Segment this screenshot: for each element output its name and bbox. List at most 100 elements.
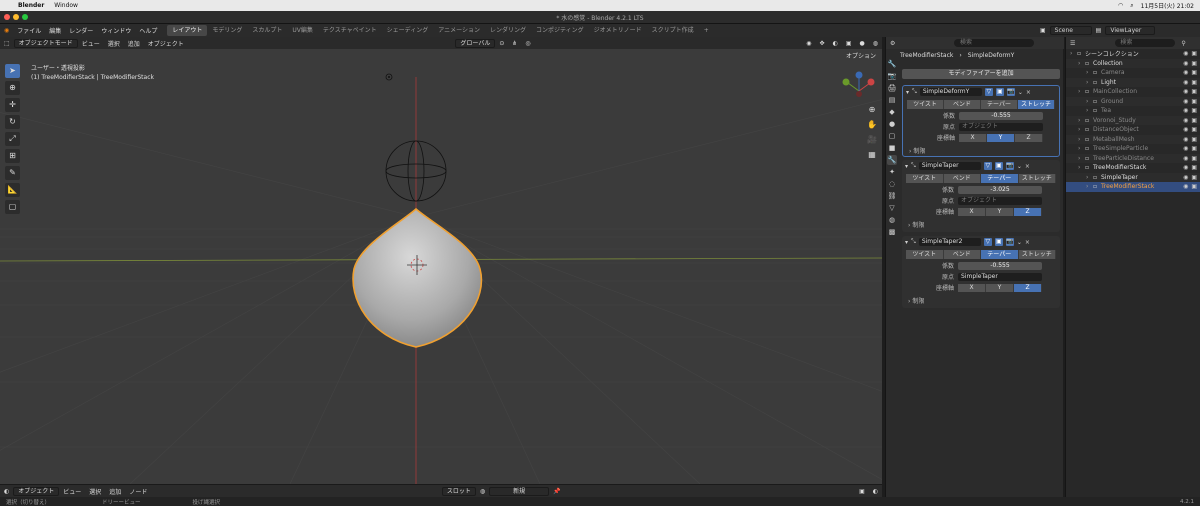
modifier-name-field[interactable]: SimpleTaper [918,162,981,170]
camera-render-icon[interactable]: ▣ [1191,69,1197,76]
xray-icon[interactable]: ▣ [842,40,856,47]
factor-field[interactable]: -3.025 [958,185,1042,194]
collection-tab-icon[interactable]: ▢ [887,131,897,141]
filter-icon[interactable]: ⚲ [1181,40,1185,47]
mode-taper[interactable]: テーパー [981,250,1019,259]
axis-x[interactable]: X [958,283,986,292]
disclosure-icon[interactable]: › [1078,164,1085,171]
pin-icon[interactable]: 📌 [549,488,564,495]
3d-viewport[interactable]: ⬚ オブジェクトモード ビュー 選択 追加 オブジェクト グローバル ⊙ ⋔ ◎… [0,37,882,484]
outliner-editor-icon[interactable]: ☰ [1070,40,1075,47]
eye-icon[interactable]: ◉ [1183,164,1188,171]
render-toggle-icon[interactable]: 📷 [1006,88,1015,96]
camera-view-icon[interactable]: 🎥 [866,134,878,146]
tab-animation[interactable]: アニメーション [433,25,485,36]
tab-modeling[interactable]: モデリング [207,25,247,36]
eye-icon[interactable]: ◉ [1183,60,1188,67]
factor-field[interactable]: -0.555 [958,261,1042,270]
backdrop-icon[interactable]: ▣ [855,488,869,495]
mode-dropdown[interactable]: オブジェクトモード [13,38,78,48]
outliner-row[interactable]: › ▫ Tea ◉ ▣ [1066,106,1200,116]
disclosure-icon[interactable]: › [1086,79,1093,86]
mode-bend[interactable]: ベンド [943,250,981,259]
outliner-row[interactable]: › ▫ MainCollection ◉ ▣ [1066,87,1200,97]
collapse-icon[interactable]: ▾ [905,163,908,170]
chevron-down-icon[interactable]: ⌄ [1017,163,1022,170]
shading-material-icon[interactable]: ◍ [869,40,882,47]
measure-tool-icon[interactable]: 📐 [5,183,20,197]
blender-logo-icon[interactable]: ◉ [0,27,13,34]
material-icon[interactable]: ◍ [476,488,489,495]
eye-icon[interactable]: ◉ [1183,88,1188,95]
bottom-menu-select[interactable]: 選択 [85,487,105,496]
mode-stretch[interactable]: ストレッチ [1018,100,1055,109]
axis-z[interactable]: Z [1014,283,1042,292]
mode-twist[interactable]: ツイスト [906,174,944,183]
bottom-mode-dropdown[interactable]: オブジェクト [13,486,60,496]
outliner-row[interactable]: › ▫ SimpleTaper ◉ ▣ [1066,172,1200,182]
editmode-toggle-icon[interactable]: ▽ [984,88,993,96]
texture-tab-icon[interactable]: ▩ [887,227,897,237]
eye-icon[interactable]: ◉ [1183,107,1188,114]
mode-bend[interactable]: ベンド [944,100,981,109]
transform-tool-icon[interactable]: ⊞ [5,149,20,163]
factor-field[interactable]: -0.555 [959,111,1043,120]
modifier-name-field[interactable]: SimpleTaper2 [918,238,981,246]
tab-scripting[interactable]: スクリプト作成 [647,25,699,36]
camera-render-icon[interactable]: ▣ [1191,107,1197,114]
restrict-subpanel[interactable]: › 制限 [908,296,1060,305]
remove-modifier-icon[interactable]: × [1025,239,1030,246]
tab-uv-edit[interactable]: UV編集 [287,25,318,36]
outliner-row[interactable]: › ▫ TreeModifierStack ◉ ▣ [1066,182,1200,192]
bottom-menu-node[interactable]: ノード [125,487,151,496]
camera-render-icon[interactable]: ▣ [1191,117,1197,124]
origin-field[interactable]: オブジェクト [959,122,1043,131]
material-tab-icon[interactable]: ◍ [887,215,897,225]
view-layer-tab-icon[interactable]: ▤ [887,95,897,105]
chevron-down-icon[interactable]: ⌄ [1018,89,1023,96]
move-tool-icon[interactable]: ✛ [5,98,20,112]
camera-render-icon[interactable]: ▣ [1191,88,1197,95]
menu-file[interactable]: ファイル [13,26,45,35]
disclosure-icon[interactable]: › [1078,126,1085,133]
disclosure-icon[interactable]: › [1086,183,1093,190]
menu-add[interactable]: 追加 [124,39,144,48]
editmode-toggle-icon[interactable]: ▽ [983,162,992,170]
render-tab-icon[interactable]: 📷 [887,71,897,81]
tool-tab-icon[interactable]: 🔧 [887,59,897,69]
mode-twist[interactable]: ツイスト [907,100,944,109]
world-tab-icon[interactable]: ● [887,119,897,129]
outliner-row[interactable]: › ▫ シーンコレクション ◉ ▣ [1066,49,1200,59]
overlay-icon[interactable]: ◐ [829,40,842,47]
mode-bend[interactable]: ベンド [943,174,981,183]
tab-texture-paint[interactable]: テクスチャペイント [318,25,382,36]
eye-icon[interactable]: ◉ [1183,126,1188,133]
menu-render[interactable]: レンダー [65,26,97,35]
disclosure-icon[interactable]: › [1070,50,1077,57]
tab-compositing[interactable]: コンポジティング [531,25,589,36]
axis-x[interactable]: X [958,207,986,216]
editmode-toggle-icon[interactable]: ▽ [983,238,992,246]
scale-tool-icon[interactable]: ⤢ [5,132,20,146]
wifi-icon[interactable]: ◠ [1118,2,1123,9]
particles-tab-icon[interactable]: ✦ [887,167,897,177]
camera-render-icon[interactable]: ▣ [1191,79,1197,86]
data-tab-icon[interactable]: ▽ [887,203,897,213]
eye-icon[interactable]: ◉ [1183,174,1188,181]
remove-modifier-icon[interactable]: × [1025,163,1030,170]
gizmo-icon[interactable]: ✥ [816,40,829,47]
outliner-row[interactable]: › ▫ Voronoi_Study ◉ ▣ [1066,115,1200,125]
object-tab-icon[interactable]: ■ [887,143,897,153]
tab-sculpt[interactable]: スカルプト [247,25,287,36]
outliner-row[interactable]: › ▫ TreeSimpleParticle ◉ ▣ [1066,144,1200,154]
pan-hand-icon[interactable]: ✋ [866,119,878,131]
axis-y[interactable]: Y [987,133,1015,142]
slot-dropdown[interactable]: スロット [441,486,476,496]
mode-taper[interactable]: テーパー [981,174,1019,183]
disclosure-icon[interactable]: › [1078,117,1085,124]
constraints-tab-icon[interactable]: ⛓ [887,191,897,201]
axis-z[interactable]: Z [1014,207,1042,216]
outliner-row[interactable]: › ▫ MetaballMesh ◉ ▣ [1066,134,1200,144]
viewport-toggle-icon[interactable]: ▣ [995,88,1004,96]
camera-render-icon[interactable]: ▣ [1191,155,1197,162]
